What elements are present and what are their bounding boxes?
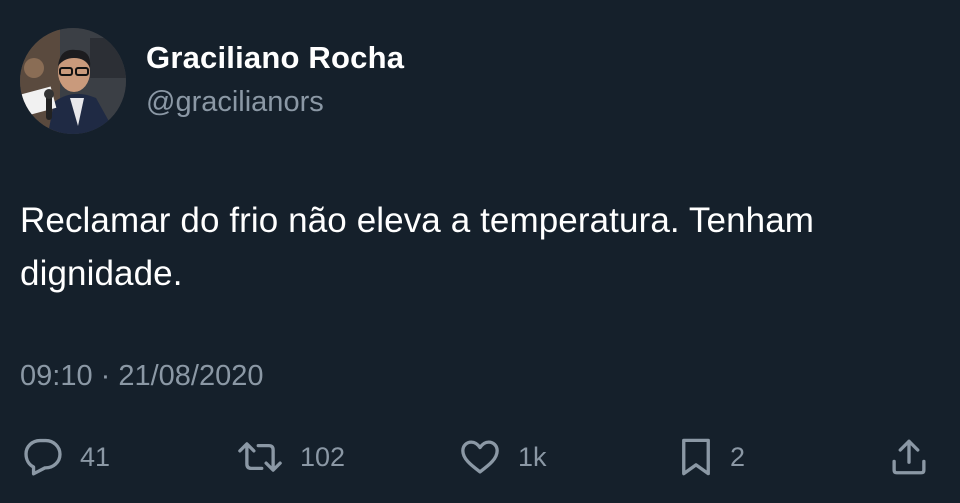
user-handle[interactable]: @gracilianors xyxy=(146,86,324,119)
heart-icon xyxy=(461,440,499,474)
share-button[interactable] xyxy=(888,430,930,484)
bookmark-button[interactable]: 2 xyxy=(678,430,745,484)
like-count: 1k xyxy=(518,441,547,472)
retweet-count: 102 xyxy=(300,441,346,472)
tweet-card: Graciliano Rocha @gracilianors Reclamar … xyxy=(0,0,960,503)
reply-icon xyxy=(24,438,62,476)
tweet-text: Reclamar do frio não eleva a temperatura… xyxy=(20,201,815,293)
avatar[interactable] xyxy=(20,28,126,134)
retweet-icon xyxy=(238,442,282,472)
retweet-button[interactable]: 102 xyxy=(236,430,345,484)
bookmark-icon xyxy=(682,438,710,476)
profile-photo-icon xyxy=(20,28,126,134)
reply-count: 41 xyxy=(80,441,111,472)
like-button[interactable]: 1k xyxy=(458,430,547,484)
display-name[interactable]: Graciliano Rocha xyxy=(146,40,404,76)
share-icon xyxy=(892,439,926,475)
reply-button[interactable]: 41 xyxy=(22,430,110,484)
tweet-actions: 41 102 1k 2 xyxy=(0,430,960,484)
bookmark-count: 2 xyxy=(730,441,746,472)
tweet-timestamp[interactable]: 09:10 · 21/08/2020 xyxy=(20,360,263,393)
